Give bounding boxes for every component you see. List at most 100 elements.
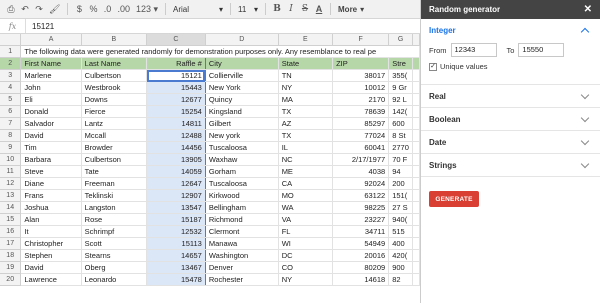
cell[interactable]: MO <box>278 189 334 202</box>
corner-cell[interactable] <box>0 34 22 46</box>
cell[interactable]: 77024 <box>332 129 390 142</box>
cell[interactable]: Manawa <box>205 237 279 250</box>
cell[interactable]: Raffle # <box>146 57 206 70</box>
cell[interactable]: ME <box>278 165 334 178</box>
cell[interactable]: Leonardo <box>81 273 148 286</box>
cell[interactable]: Culbertson <box>81 69 148 82</box>
cell[interactable]: Collierville <box>205 69 279 82</box>
cell[interactable]: 142( <box>388 105 413 118</box>
cell[interactable]: 2/17/1977 <box>332 153 390 166</box>
cell[interactable]: 12488 <box>146 129 206 142</box>
cell[interactable]: NY <box>278 81 334 94</box>
increase-decimals-button[interactable]: .00 <box>114 2 133 17</box>
font-family-select[interactable]: Arial ▾ <box>170 2 226 17</box>
cell[interactable]: IL <box>278 141 334 154</box>
row-header[interactable]: 2 <box>0 57 22 70</box>
cell[interactable]: It <box>20 225 82 238</box>
cell[interactable]: Schrimpf <box>81 225 148 238</box>
redo-icon[interactable]: ↷ <box>32 2 46 17</box>
cell[interactable]: AZ <box>278 117 334 130</box>
cell[interactable]: 98225 <box>332 201 390 214</box>
font-size-select[interactable]: 11 ▾ <box>235 2 261 17</box>
cell[interactable]: 940( <box>388 213 413 226</box>
section-strings-header[interactable]: Strings <box>429 154 592 176</box>
cell[interactable]: 14811 <box>146 117 206 130</box>
cell[interactable]: Teklinski <box>81 189 148 202</box>
cell[interactable]: TN <box>278 69 334 82</box>
cell[interactable]: 15254 <box>146 105 206 118</box>
cell[interactable]: Lawrence <box>20 273 82 286</box>
row-header[interactable]: 3 <box>0 69 22 82</box>
cell[interactable]: 12907 <box>146 189 206 202</box>
column-header-a[interactable]: A <box>20 34 82 46</box>
cell[interactable]: Washington <box>205 249 279 262</box>
cell[interactable]: Last Name <box>81 57 148 70</box>
cell[interactable]: Rochester <box>205 273 279 286</box>
cell[interactable]: 12677 <box>146 93 206 106</box>
cell[interactable]: Quincy <box>205 93 279 106</box>
cell[interactable]: State <box>278 57 334 70</box>
cell[interactable]: Oberg <box>81 261 148 274</box>
cell[interactable]: 151( <box>388 189 413 202</box>
cell[interactable]: Stre <box>388 57 413 70</box>
percent-format-button[interactable]: % <box>86 2 100 17</box>
cell[interactable]: 60041 <box>332 141 390 154</box>
column-header-c[interactable]: C <box>146 34 206 46</box>
cell[interactable]: 9 Gr <box>388 81 413 94</box>
cell[interactable]: Scott <box>81 237 148 250</box>
cell[interactable]: 600 <box>388 117 413 130</box>
cell[interactable]: 70 F <box>388 153 413 166</box>
row-header[interactable]: 5 <box>0 93 22 106</box>
cell[interactable]: 400 <box>388 237 413 250</box>
cell[interactable]: Mccall <box>81 129 148 142</box>
cell[interactable]: Clermont <box>205 225 279 238</box>
row-header[interactable]: 11 <box>0 165 22 178</box>
row-header[interactable]: 10 <box>0 153 22 166</box>
cell[interactable]: Freeman <box>81 177 148 190</box>
cell[interactable]: Tuscaloosa <box>205 177 279 190</box>
row-header[interactable]: 8 <box>0 129 22 142</box>
cell[interactable]: 27 S <box>388 201 413 214</box>
cell[interactable]: Browder <box>81 141 148 154</box>
cell[interactable]: Tuscaloosa <box>205 141 279 154</box>
cell[interactable]: City <box>205 57 279 70</box>
row-header[interactable]: 20 <box>0 273 22 286</box>
cell[interactable]: Tim <box>20 141 82 154</box>
cell[interactable]: 80209 <box>332 261 390 274</box>
cell[interactable]: VA <box>278 213 334 226</box>
cell[interactable]: 4038 <box>332 165 390 178</box>
cell[interactable]: 420( <box>388 249 413 262</box>
cell[interactable]: ZIP <box>332 57 390 70</box>
cell[interactable]: 15478 <box>146 273 206 286</box>
cell[interactable]: 13467 <box>146 261 206 274</box>
cell[interactable]: 12647 <box>146 177 206 190</box>
integer-section-header[interactable]: Integer <box>429 19 592 41</box>
cell[interactable]: 34711 <box>332 225 390 238</box>
cell[interactable]: 15443 <box>146 81 206 94</box>
cell[interactable]: 14059 <box>146 165 206 178</box>
undo-icon[interactable]: ↶ <box>18 2 32 17</box>
cell[interactable]: Richmond <box>205 213 279 226</box>
close-icon[interactable]: ✕ <box>584 4 592 15</box>
row-header[interactable]: 17 <box>0 237 22 250</box>
decrease-decimals-button[interactable]: .0 <box>100 2 114 17</box>
cell[interactable]: Gorham <box>205 165 279 178</box>
cell[interactable]: Christopher <box>20 237 82 250</box>
column-header-b[interactable]: B <box>81 34 148 46</box>
column-header-g[interactable]: G <box>388 34 413 46</box>
cell[interactable]: 78639 <box>332 105 390 118</box>
row-header[interactable]: 15 <box>0 213 22 226</box>
cell[interactable]: 20016 <box>332 249 390 262</box>
section-date-header[interactable]: Date <box>429 131 592 153</box>
cell[interactable]: New york <box>205 129 279 142</box>
cell[interactable]: Salvador <box>20 117 82 130</box>
cell[interactable]: Lantz <box>81 117 148 130</box>
cell[interactable]: NY <box>278 273 334 286</box>
cell[interactable]: DC <box>278 249 334 262</box>
cell[interactable]: 14618 <box>332 273 390 286</box>
cell[interactable]: 23227 <box>332 213 390 226</box>
cell[interactable]: 10012 <box>332 81 390 94</box>
cell[interactable]: 2170 <box>332 93 390 106</box>
cell[interactable]: David <box>20 261 82 274</box>
cell[interactable]: CO <box>278 261 334 274</box>
